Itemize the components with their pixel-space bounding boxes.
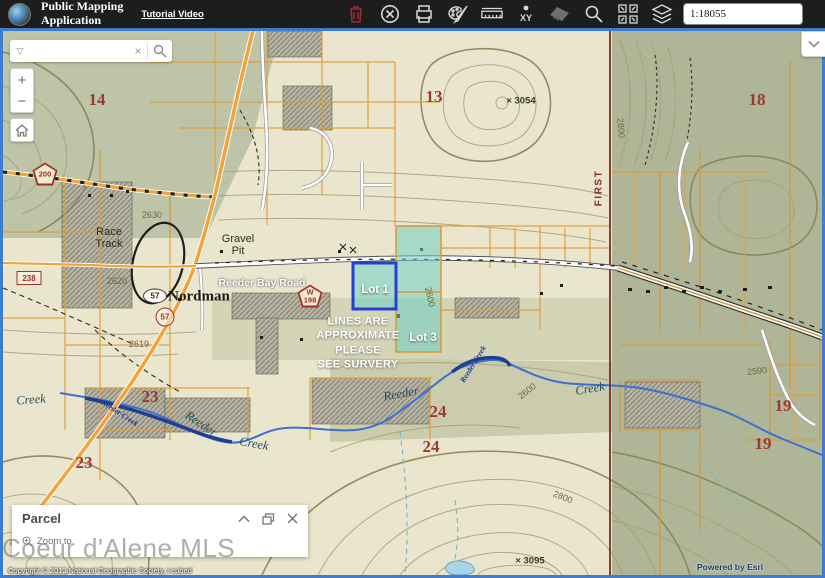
search-clear-icon[interactable]: × <box>129 44 147 58</box>
app-title: Public Mapping Application <box>41 0 123 28</box>
zoom-to-link[interactable]: Zoom to <box>22 536 308 547</box>
search-submit-icon[interactable] <box>148 44 172 58</box>
search-input[interactable] <box>30 42 129 60</box>
trash-icon[interactable] <box>345 3 367 25</box>
panel-collapse-icon[interactable] <box>238 515 250 523</box>
map-viewport[interactable] <box>0 28 825 578</box>
map-canvas[interactable] <box>3 31 822 575</box>
xy-coordinates-icon[interactable]: XY <box>515 3 537 25</box>
zoom-to-icon <box>22 536 33 547</box>
zoom-out-button[interactable]: − <box>10 90 34 113</box>
draw-icon[interactable] <box>447 3 469 25</box>
app-logo-icon <box>8 3 31 26</box>
toolbar: XY <box>345 3 673 25</box>
overview-grid-icon[interactable] <box>617 3 639 25</box>
zoom-in-button[interactable]: + <box>10 68 34 92</box>
measure-icon[interactable] <box>481 3 503 25</box>
search-icon[interactable] <box>583 3 605 25</box>
panel-dock-icon[interactable] <box>262 513 275 525</box>
close-circle-icon[interactable] <box>379 3 401 25</box>
layers-icon[interactable] <box>651 3 673 25</box>
panel-close-icon[interactable] <box>287 513 298 524</box>
panel-collapse-button[interactable] <box>801 31 825 57</box>
home-button[interactable] <box>10 118 34 142</box>
scale-input[interactable] <box>683 3 803 25</box>
parcel-panel: Parcel Zoom to <box>12 505 308 557</box>
print-icon[interactable] <box>413 3 435 25</box>
svg-text:XY: XY <box>520 13 532 23</box>
search-dropdown-icon[interactable]: ▽ <box>10 46 30 57</box>
search-widget: ▽ × <box>10 40 172 62</box>
eraser-icon[interactable] <box>549 3 571 25</box>
app-header: Public Mapping Application Tutorial Vide… <box>0 0 825 28</box>
tutorial-video-link[interactable]: Tutorial Video <box>141 9 203 20</box>
panel-title: Parcel <box>22 511 61 526</box>
